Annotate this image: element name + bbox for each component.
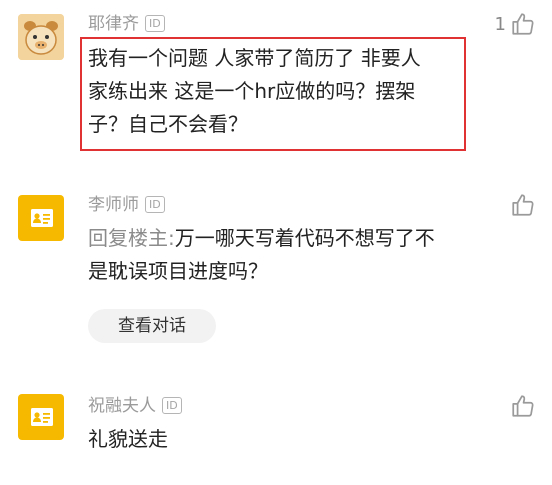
comment-text: 我有一个问题 人家带了简历了 非要人 家练出来 这是一个hr应做的吗？摆架 子？… bbox=[88, 46, 421, 136]
comment-item: 耶律齐 ID 1 我有一个问题 人家带了简历了 非要人 家练出来 这是一个hr应做… bbox=[0, 0, 552, 170]
id-badge: ID bbox=[145, 15, 165, 32]
cartoon-animal-avatar-icon bbox=[18, 14, 64, 60]
username[interactable]: 祝融夫人 ID bbox=[88, 395, 182, 417]
view-conversation-button[interactable]: 查看对话 bbox=[88, 309, 216, 343]
thumbs-up-icon bbox=[512, 13, 534, 35]
thumbs-up-icon bbox=[512, 194, 534, 216]
like-button[interactable] bbox=[510, 192, 536, 218]
id-badge: ID bbox=[145, 196, 165, 213]
like-count: 1 bbox=[494, 13, 506, 35]
avatar[interactable] bbox=[18, 14, 64, 60]
avatar[interactable] bbox=[18, 195, 64, 241]
avatar[interactable] bbox=[18, 394, 64, 440]
comment-text: 礼貌送走 bbox=[88, 427, 168, 451]
like-button[interactable] bbox=[510, 393, 536, 419]
person-card-icon bbox=[31, 408, 53, 426]
username[interactable]: 李师师 ID bbox=[88, 194, 165, 216]
like-button[interactable]: 1 bbox=[495, 11, 536, 37]
person-card-icon bbox=[31, 209, 53, 227]
thumbs-up-icon bbox=[512, 395, 534, 417]
comment-text: 回复楼主:万一哪天写着代码不想写了不 是耽误项目进度吗？ bbox=[88, 226, 435, 283]
id-badge: ID bbox=[162, 397, 182, 414]
username[interactable]: 耶律齐 ID bbox=[88, 13, 165, 35]
reply-prefix: 回复楼主: bbox=[88, 226, 175, 250]
